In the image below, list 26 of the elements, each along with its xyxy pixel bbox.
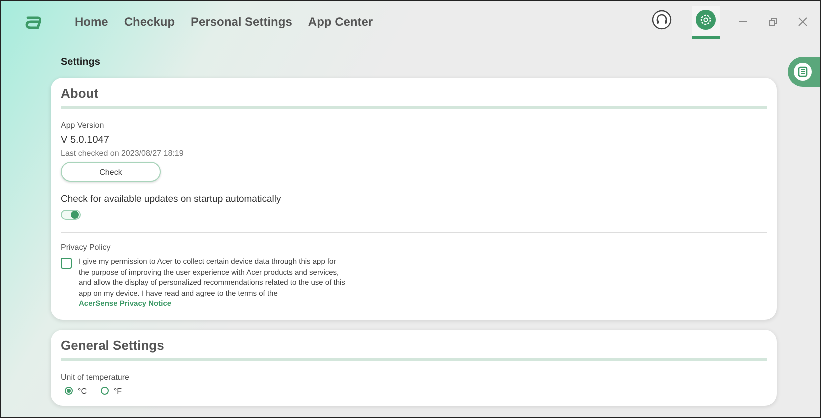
field-label: Privacy Policy — [61, 243, 112, 252]
restore-icon[interactable] — [766, 15, 780, 29]
field-label: App Version — [61, 121, 106, 130]
radio-button[interactable] — [65, 387, 73, 395]
privacy-checkbox[interactable] — [61, 258, 72, 269]
check-button[interactable]: Check — [61, 162, 161, 182]
close-icon[interactable] — [796, 15, 810, 29]
field-label: Unit of temperature — [61, 372, 130, 382]
version-text: V 5.0.1047 — [61, 135, 110, 146]
page-title: Settings — [60, 57, 102, 68]
nav-tab[interactable]: Personal Settings — [191, 15, 292, 29]
card-title: General Settings — [61, 338, 767, 360]
unit-label: °F — [114, 386, 122, 396]
card-title: About — [61, 86, 767, 109]
logo-icon — [25, 15, 43, 29]
nav-tab[interactable]: App Center — [308, 15, 374, 29]
notes-tab[interactable] — [788, 57, 820, 87]
settings-icon[interactable] — [692, 6, 720, 38]
radio-button[interactable] — [100, 387, 109, 395]
auto-update-toggle[interactable] — [61, 210, 81, 220]
last-checked-text: Last checked on 2023/08/27 18:19 — [61, 149, 185, 158]
unit-label: °C — [78, 386, 87, 396]
notes-icon — [794, 63, 812, 81]
nav-tab[interactable]: Home — [75, 15, 108, 29]
nav-tab[interactable]: Checkup — [124, 15, 176, 29]
auto-update-label: Check for available updates on startup automatically — [61, 194, 282, 205]
